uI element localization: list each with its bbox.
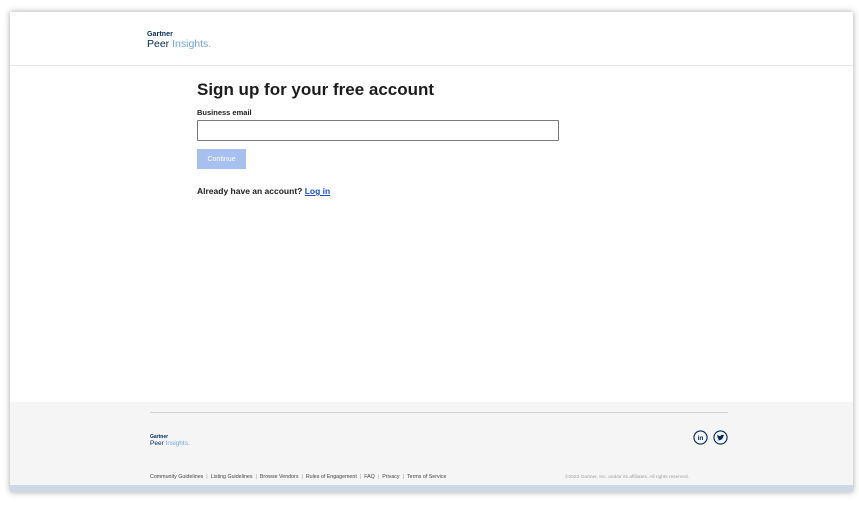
login-prompt-text: Already have an account?: [197, 186, 303, 196]
business-email-input[interactable]: [197, 120, 559, 141]
footer-link-listing-guidelines[interactable]: Listing Guidelines: [211, 474, 253, 480]
footer-divider: [150, 412, 728, 413]
linkedin-icon[interactable]: in: [693, 430, 708, 445]
login-prompt-row: Already have an account? Log in: [197, 186, 577, 196]
footer-logo-product-dot: .: [187, 440, 190, 447]
footer-link-community-guidelines[interactable]: Community Guidelines: [150, 474, 203, 480]
logo-brand: Gartner: [147, 31, 173, 38]
site-header: Gartner Peer Insights.: [10, 12, 853, 66]
social-links: in: [692, 430, 729, 446]
gartner-peer-insights-logo[interactable]: Gartner Peer Insights.: [147, 31, 211, 50]
footer-link-rules-of-engagement[interactable]: Rules of Engagement: [306, 474, 357, 480]
footer-link-faq[interactable]: FAQ: [364, 474, 375, 480]
footer-logo-product-part1: Peer: [150, 440, 166, 447]
linkedin-icon-text: in: [698, 435, 704, 442]
login-link[interactable]: Log in: [305, 186, 331, 196]
logo-product: Peer Insights.: [147, 39, 211, 50]
page-title: Sign up for your free account: [197, 80, 435, 99]
twitter-icon[interactable]: [713, 430, 729, 445]
footer-link-browse-vendors[interactable]: Browse Vendors: [260, 474, 299, 480]
site-footer: Gartner Peer Insights. in Community Guid…: [10, 402, 853, 492]
email-label: Business email: [197, 108, 252, 117]
copyright-text: ©2023 Gartner, Inc. and/or its affiliate…: [565, 475, 689, 480]
logo-product-part2: Insights: [172, 38, 209, 50]
bottom-strip: [10, 485, 853, 492]
footer-link-privacy[interactable]: Privacy: [382, 474, 399, 480]
footer-logo[interactable]: Gartner Peer Insights.: [150, 435, 190, 448]
page-frame: Gartner Peer Insights. Sign up for your …: [10, 12, 853, 492]
footer-links: Community Guidelines | Listing Guidelines |…: [150, 474, 447, 480]
footer-logo-product: Peer Insights.: [150, 440, 190, 448]
logo-product-dot: .: [208, 38, 212, 50]
continue-button[interactable]: Continue: [197, 149, 246, 169]
logo-product-part1: Peer: [147, 38, 173, 50]
signup-form: Sign up for your free account Business e…: [197, 80, 577, 196]
footer-link-terms-of-service[interactable]: Terms of Service: [407, 474, 446, 480]
footer-logo-product-part2: Insights: [165, 440, 188, 447]
